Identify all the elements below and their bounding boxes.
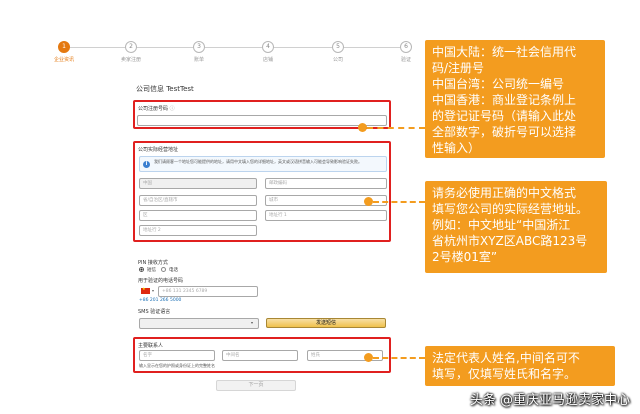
- phone-label: 用于验证的电话号码: [138, 278, 184, 284]
- step-4-dot: 4: [262, 41, 274, 53]
- info-icon: ⓘ: [169, 106, 175, 112]
- info-icon: i: [143, 161, 150, 168]
- contact-note: 输入显示在您的护照或身份证上的完整姓名: [139, 363, 215, 368]
- step-3-label: 账单: [193, 57, 204, 63]
- stepper-line: [64, 47, 406, 48]
- step-3-dot: 3: [193, 41, 205, 53]
- step-5-dot: 5: [332, 41, 344, 53]
- next-page-button[interactable]: 下一页: [216, 380, 296, 391]
- pin-call-radio[interactable]: [161, 267, 166, 272]
- address-callout: 请务必使用正确的中文格式 填写您公司的实际经营地址。 例如：中文地址“中国浙江 …: [425, 181, 607, 273]
- step-5-label: 公司: [332, 57, 343, 63]
- pin-sms-label: 短信: [147, 268, 156, 273]
- country-select[interactable]: 中国: [139, 178, 257, 189]
- first-name-input[interactable]: 名字: [139, 350, 215, 361]
- step-6-label: 验证: [400, 57, 411, 63]
- sms-language-select[interactable]: [139, 318, 259, 329]
- pin-method-label: PIN 接收方式: [138, 260, 168, 266]
- address-section-label: 公司实际经营地址: [138, 147, 179, 153]
- reg-number-input[interactable]: [137, 115, 387, 126]
- district-input[interactable]: 区: [139, 210, 257, 221]
- step-2-label: 卖家注册: [120, 57, 141, 63]
- step-1-dot: 1: [58, 41, 70, 53]
- chevron-down-icon: ▾: [251, 320, 254, 325]
- step-4-label: 店铺: [262, 57, 273, 63]
- sms-language-label: SMS 验证语言: [138, 309, 171, 315]
- address-line2-input[interactable]: 地址行 2: [139, 225, 257, 236]
- address-info-text: 我们请顾客一个地址您可能提供的地址，请用中文填入您的详细地址，英文或汉语拼音输入…: [154, 159, 362, 164]
- address-marker-dot: [364, 197, 373, 206]
- reg-number-label: 公司注册号码 ⓘ: [138, 106, 175, 112]
- step-1-label: 企业资讯: [53, 57, 74, 63]
- step-6-dot: 6: [400, 41, 412, 53]
- reg-number-marker-dot: [358, 123, 367, 132]
- middle-name-input[interactable]: 中间名: [222, 350, 298, 361]
- postcode-input[interactable]: 邮政编码: [265, 178, 387, 189]
- address-connector: [373, 201, 425, 203]
- pin-call-label: 电话: [169, 268, 178, 273]
- page-title: 公司信息 TestTest: [136, 85, 194, 93]
- pin-sms-radio[interactable]: [139, 267, 144, 272]
- name-connector: [373, 357, 425, 359]
- province-input[interactable]: 省/自治区/直辖市: [139, 195, 257, 206]
- name-callout: 法定代表人姓名,中间名可不 填写，仅填写姓氏和名字。: [425, 346, 615, 386]
- step-2-dot: 2: [125, 41, 137, 53]
- phone-example-link[interactable]: +86 201 266 5000: [139, 298, 181, 303]
- reg-number-callout: 中国大陆：统一社会信用代 码/注册号 中国台湾：公司统一编号 中国香港：商业登记…: [425, 40, 605, 158]
- flag-dropdown-icon[interactable]: ▾: [152, 288, 154, 293]
- watermark: 头条 @重庆亚马逊卖家中心: [469, 393, 630, 408]
- reg-number-connector: [367, 127, 425, 129]
- contact-label: 主要联系人: [138, 343, 164, 349]
- china-flag-icon[interactable]: [141, 286, 150, 294]
- phone-input[interactable]: +86 131 2345 6789: [158, 286, 258, 297]
- address-line1-input[interactable]: 地址行 1: [265, 210, 387, 221]
- name-marker-dot: [364, 353, 373, 362]
- address-info-box: i 我们请顾客一个地址您可能提供的地址，请用中文填入您的详细地址，英文或汉语拼音…: [139, 156, 387, 172]
- send-sms-button[interactable]: 发送短信: [266, 318, 386, 328]
